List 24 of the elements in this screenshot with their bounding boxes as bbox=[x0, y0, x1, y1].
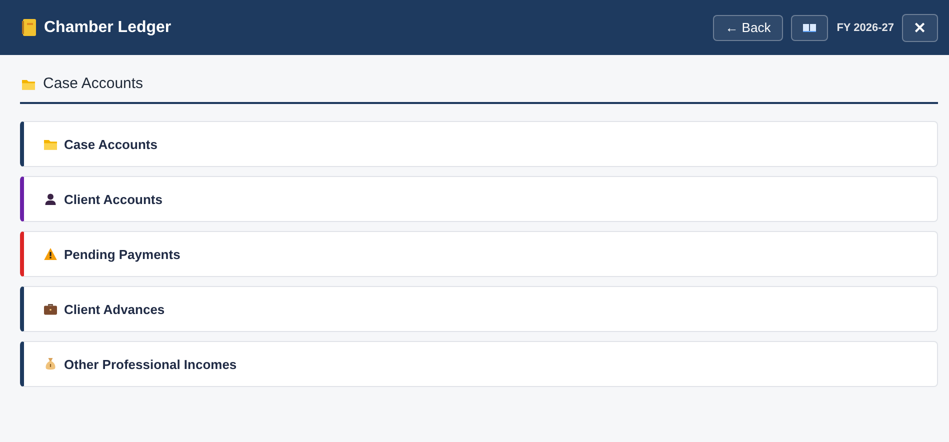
category-label: Case Accounts bbox=[64, 136, 158, 152]
account-category-item[interactable]: Other Professional Incomes bbox=[20, 341, 938, 387]
book-icon bbox=[802, 23, 816, 32]
folder-icon bbox=[22, 78, 35, 90]
person-icon bbox=[44, 193, 57, 205]
category-label: Pending Payments bbox=[64, 246, 180, 262]
back-button[interactable]: ← Back bbox=[713, 14, 783, 40]
fiscal-year-label: FY 2026-27 bbox=[836, 22, 894, 34]
account-category-item[interactable]: Case Accounts bbox=[20, 121, 938, 167]
section-title: Case Accounts bbox=[43, 75, 144, 92]
account-category-item[interactable]: Pending Payments bbox=[20, 231, 938, 277]
account-category-item[interactable]: Client Accounts bbox=[20, 176, 938, 222]
notebook-icon bbox=[22, 19, 36, 36]
close-button[interactable]: ✕ bbox=[902, 14, 938, 42]
briefcase-icon bbox=[44, 303, 57, 315]
category-label: Client Accounts bbox=[64, 192, 162, 206]
category-label: Client Advances bbox=[64, 302, 165, 316]
warning-icon bbox=[44, 248, 57, 260]
app-title: Chamber Ledger bbox=[44, 18, 172, 36]
money-bag-icon bbox=[44, 358, 57, 370]
book-button[interactable] bbox=[790, 14, 828, 40]
category-label: Other Professional Incomes bbox=[64, 356, 237, 372]
folder-icon bbox=[44, 138, 57, 150]
account-category-item[interactable]: Client Advances bbox=[20, 286, 938, 332]
